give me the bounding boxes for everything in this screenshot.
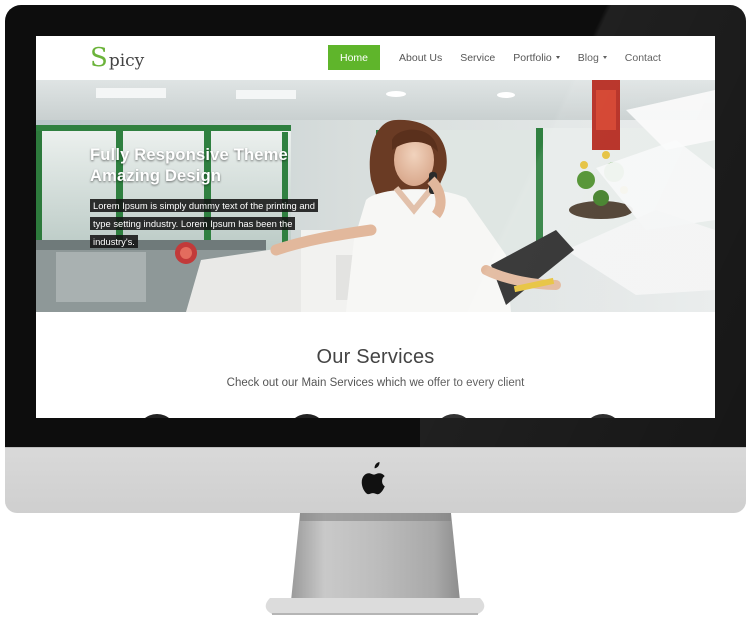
brand-initial: S bbox=[90, 43, 108, 73]
service-icon-circle[interactable] bbox=[137, 414, 177, 418]
nav-item-about-us[interactable]: About Us bbox=[390, 45, 451, 70]
main-nav: Home About Us Service Portfolio Blog Con… bbox=[328, 45, 670, 70]
brand-name: picy bbox=[108, 51, 145, 71]
service-icon-circle[interactable] bbox=[583, 414, 623, 418]
services-title: Our Services bbox=[316, 346, 435, 368]
hero-description: Lorem Ipsum is simply dummy text of the … bbox=[90, 196, 330, 250]
hero-title-line2: Amazing Design bbox=[90, 167, 222, 185]
caret-down-icon bbox=[602, 56, 607, 59]
nav-item-label: About Us bbox=[399, 51, 443, 64]
nav-item-home[interactable]: Home bbox=[328, 45, 381, 70]
monitor-stand bbox=[291, 513, 460, 601]
nav-item-label: Contact bbox=[624, 51, 661, 64]
imac-mockup: S picy Home About Us Service Portfolio B… bbox=[0, 0, 751, 624]
nav-item-label: Service bbox=[460, 51, 496, 64]
nav-item-label: Home bbox=[340, 51, 369, 64]
navbar: S picy Home About Us Service Portfolio B… bbox=[36, 36, 715, 80]
nav-item-contact[interactable]: Contact bbox=[616, 45, 670, 70]
service-icon-circle[interactable] bbox=[287, 414, 327, 418]
hero-title: Fully Responsive Theme Amazing Design bbox=[90, 145, 288, 187]
service-icon-circle[interactable] bbox=[434, 414, 474, 418]
nav-item-blog[interactable]: Blog bbox=[569, 45, 616, 70]
hero-title-line1: Fully Responsive Theme bbox=[90, 146, 288, 164]
services-subtitle: Check out our Main Services which we off… bbox=[226, 377, 525, 389]
hero-description-text: Lorem Ipsum is simply dummy text of the … bbox=[90, 199, 318, 248]
brand-logo[interactable]: S picy bbox=[90, 44, 144, 72]
hero-slider[interactable]: Fully Responsive Theme Amazing Design Lo… bbox=[36, 80, 715, 312]
nav-item-portfolio[interactable]: Portfolio bbox=[504, 45, 569, 70]
nav-item-label: Portfolio bbox=[513, 51, 552, 64]
website-screen: S picy Home About Us Service Portfolio B… bbox=[36, 36, 715, 418]
nav-item-service[interactable]: Service bbox=[451, 45, 504, 70]
monitor-stand-base bbox=[265, 598, 485, 615]
apple-icon bbox=[361, 462, 385, 495]
caret-down-icon bbox=[555, 56, 560, 59]
nav-item-label: Blog bbox=[577, 51, 599, 64]
